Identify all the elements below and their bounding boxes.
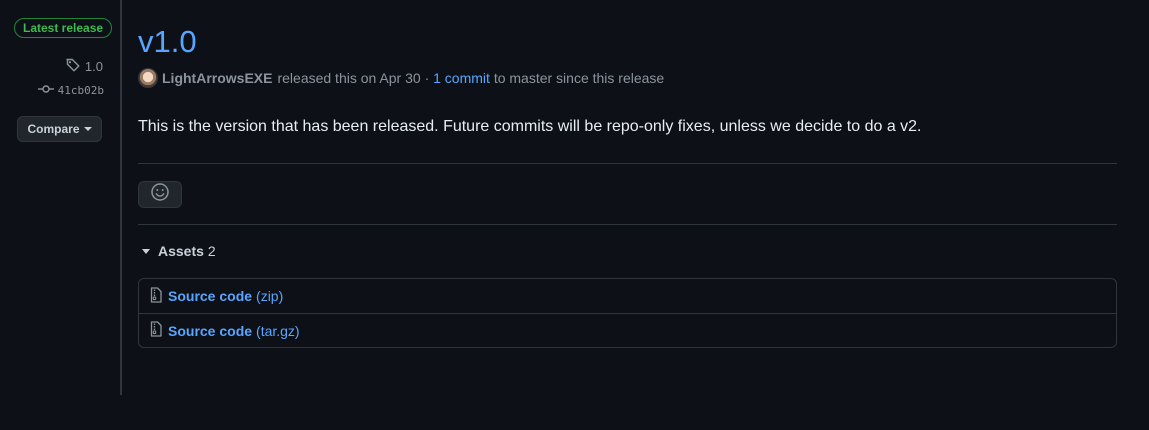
avatar[interactable] [138,68,158,88]
asset-ext[interactable]: (zip) [256,288,283,304]
compare-button[interactable]: Compare [17,116,102,142]
tag-icon [65,57,81,76]
commits-suffix: to master since this release [493,70,665,86]
asset-name[interactable]: Source code [168,288,252,304]
release-meta: LightArrowsEXE released this on Apr 30 ·… [138,68,664,88]
released-text: released this on Apr 30 · [277,70,430,86]
assets-count: 2 [207,243,216,259]
git-commit-icon [37,83,54,98]
commits-link[interactable]: 1 commit [433,70,490,86]
assets-toggle[interactable]: Assets 2 [138,243,216,259]
assets-label: Assets [158,243,204,259]
release-body: This is the version that has been releas… [138,118,922,135]
chevron-down-icon [83,127,92,131]
tag-label: 1.0 [84,59,103,74]
divider [138,163,1117,164]
asset-row[interactable]: Source code (tar.gz) [139,313,1116,347]
latest-release-badge: Latest release [14,18,113,38]
commit-link[interactable]: 41cb02b [37,83,104,98]
release-title[interactable]: v1.0 [138,24,197,60]
triangle-down-icon [142,248,150,254]
add-reaction-button[interactable] [138,181,182,208]
file-zip-icon [149,321,163,340]
divider [138,224,1117,225]
asset-row[interactable]: Source code (zip) [139,279,1116,313]
commit-sha: 41cb02b [57,84,104,97]
tag-link[interactable]: 1.0 [65,57,103,76]
release-page: Latest release 1.0 41cb02b Compare v1.0 … [0,0,1149,430]
author-link[interactable]: LightArrowsEXE [162,70,272,86]
release-sidebar: Latest release 1.0 41cb02b Compare [0,0,122,395]
file-zip-icon [149,286,163,306]
asset-ext[interactable]: (tar.gz) [256,323,300,339]
asset-name[interactable]: Source code [168,323,252,339]
smiley-icon [150,182,170,207]
compare-label: Compare [27,122,80,136]
assets-list: Source code (zip) Source code (tar.gz) [138,278,1117,348]
